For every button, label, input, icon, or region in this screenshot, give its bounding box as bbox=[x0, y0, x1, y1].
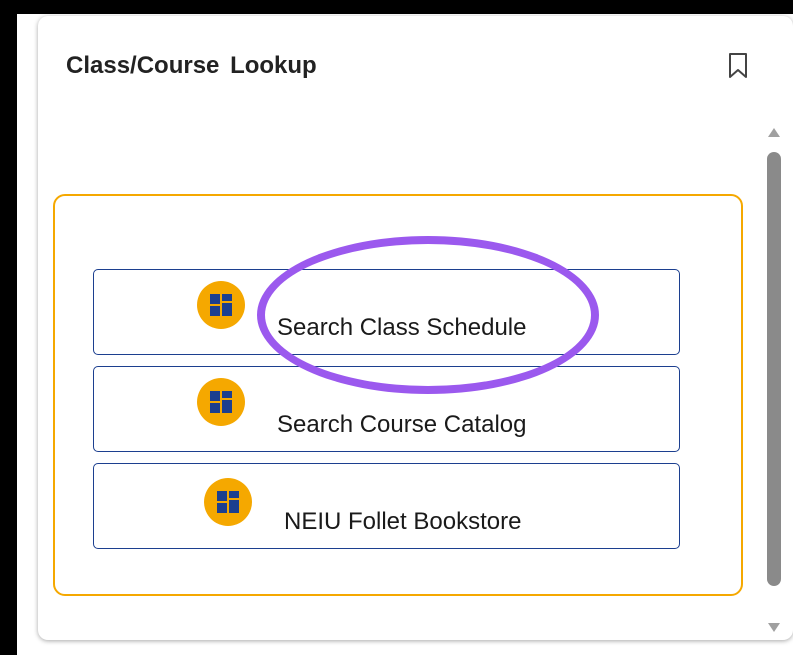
tile-grid-icon bbox=[197, 281, 245, 329]
widget-title: Class/Course Lookup bbox=[66, 52, 317, 79]
tile-grid-icon bbox=[204, 478, 252, 526]
tile-grid-icon bbox=[197, 378, 245, 426]
scroll-up-arrow-icon[interactable] bbox=[768, 128, 780, 137]
bookmark-icon[interactable] bbox=[727, 52, 749, 80]
window-frame-left bbox=[0, 0, 17, 655]
scrollbar-thumb[interactable] bbox=[767, 152, 781, 586]
class-course-lookup-widget: Class/Course Lookup Search Class Schedul… bbox=[38, 16, 793, 640]
link-label: Search Course Catalog bbox=[277, 411, 527, 438]
neiu-follet-bookstore-button[interactable]: NEIU Follet Bookstore bbox=[93, 463, 680, 549]
scroll-down-arrow-icon[interactable] bbox=[768, 623, 780, 632]
link-label: Search Class Schedule bbox=[277, 314, 527, 341]
search-class-schedule-button[interactable]: Search Class Schedule bbox=[93, 269, 680, 355]
search-course-catalog-button[interactable]: Search Course Catalog bbox=[93, 366, 680, 452]
link-label: NEIU Follet Bookstore bbox=[284, 508, 522, 535]
link-tile-container: Search Class Schedule Search Course Cata… bbox=[53, 194, 743, 596]
window-frame-top bbox=[0, 0, 793, 14]
vertical-scrollbar[interactable] bbox=[763, 124, 785, 640]
